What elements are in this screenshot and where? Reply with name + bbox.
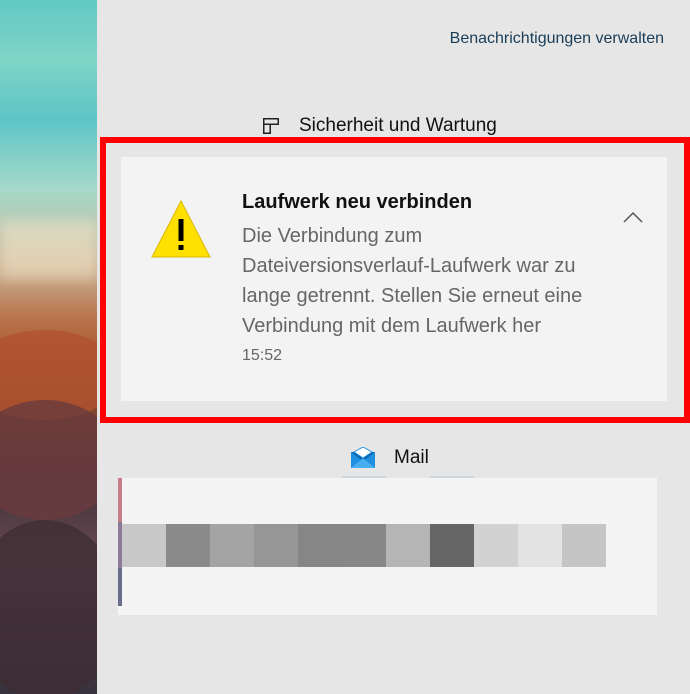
group-title-mail: Mail bbox=[394, 447, 429, 468]
mail-accent-bar bbox=[118, 568, 122, 606]
pixel-block bbox=[254, 524, 298, 567]
warning-icon bbox=[151, 199, 211, 259]
notification-title: Laufwerk neu verbinden bbox=[242, 191, 473, 213]
group-title-security: Sicherheit und Wartung bbox=[299, 115, 497, 136]
security-maintenance-group-header[interactable]: Sicherheit und Wartung bbox=[263, 115, 497, 137]
mail-icon bbox=[350, 446, 376, 469]
pixel-block bbox=[430, 524, 474, 567]
pixelated-mail-content bbox=[122, 524, 606, 567]
pixel-block bbox=[342, 524, 386, 567]
mail-card-edge bbox=[657, 478, 675, 615]
pixel-block bbox=[386, 524, 430, 567]
collapse-chevron-icon[interactable] bbox=[621, 209, 645, 225]
notification-toast[interactable]: Laufwerk neu verbinden Die Verbindung zu… bbox=[121, 157, 667, 401]
pixel-block bbox=[210, 524, 254, 567]
wallpaper-hill bbox=[0, 520, 97, 694]
notification-body: Die Verbindung zum Dateiversionsverlauf-… bbox=[242, 225, 583, 337]
pixel-block bbox=[122, 524, 166, 567]
mail-group-header[interactable]: Mail bbox=[350, 446, 429, 469]
pixel-block bbox=[298, 524, 342, 567]
pixel-block bbox=[518, 524, 562, 567]
security-maintenance-icon bbox=[263, 118, 279, 134]
pixel-block bbox=[166, 524, 210, 567]
manage-notifications-link[interactable]: Benachrichtigungen verwalten bbox=[450, 30, 664, 48]
pixel-block bbox=[474, 524, 518, 567]
wallpaper-flare bbox=[0, 220, 97, 280]
desktop-wallpaper bbox=[0, 0, 97, 694]
notification-time: 15:52 bbox=[242, 347, 283, 364]
pixel-block bbox=[562, 524, 606, 567]
mail-accent-bar bbox=[118, 478, 122, 522]
wallpaper-hill bbox=[0, 400, 97, 520]
mail-notification-card[interactable] bbox=[118, 478, 675, 615]
